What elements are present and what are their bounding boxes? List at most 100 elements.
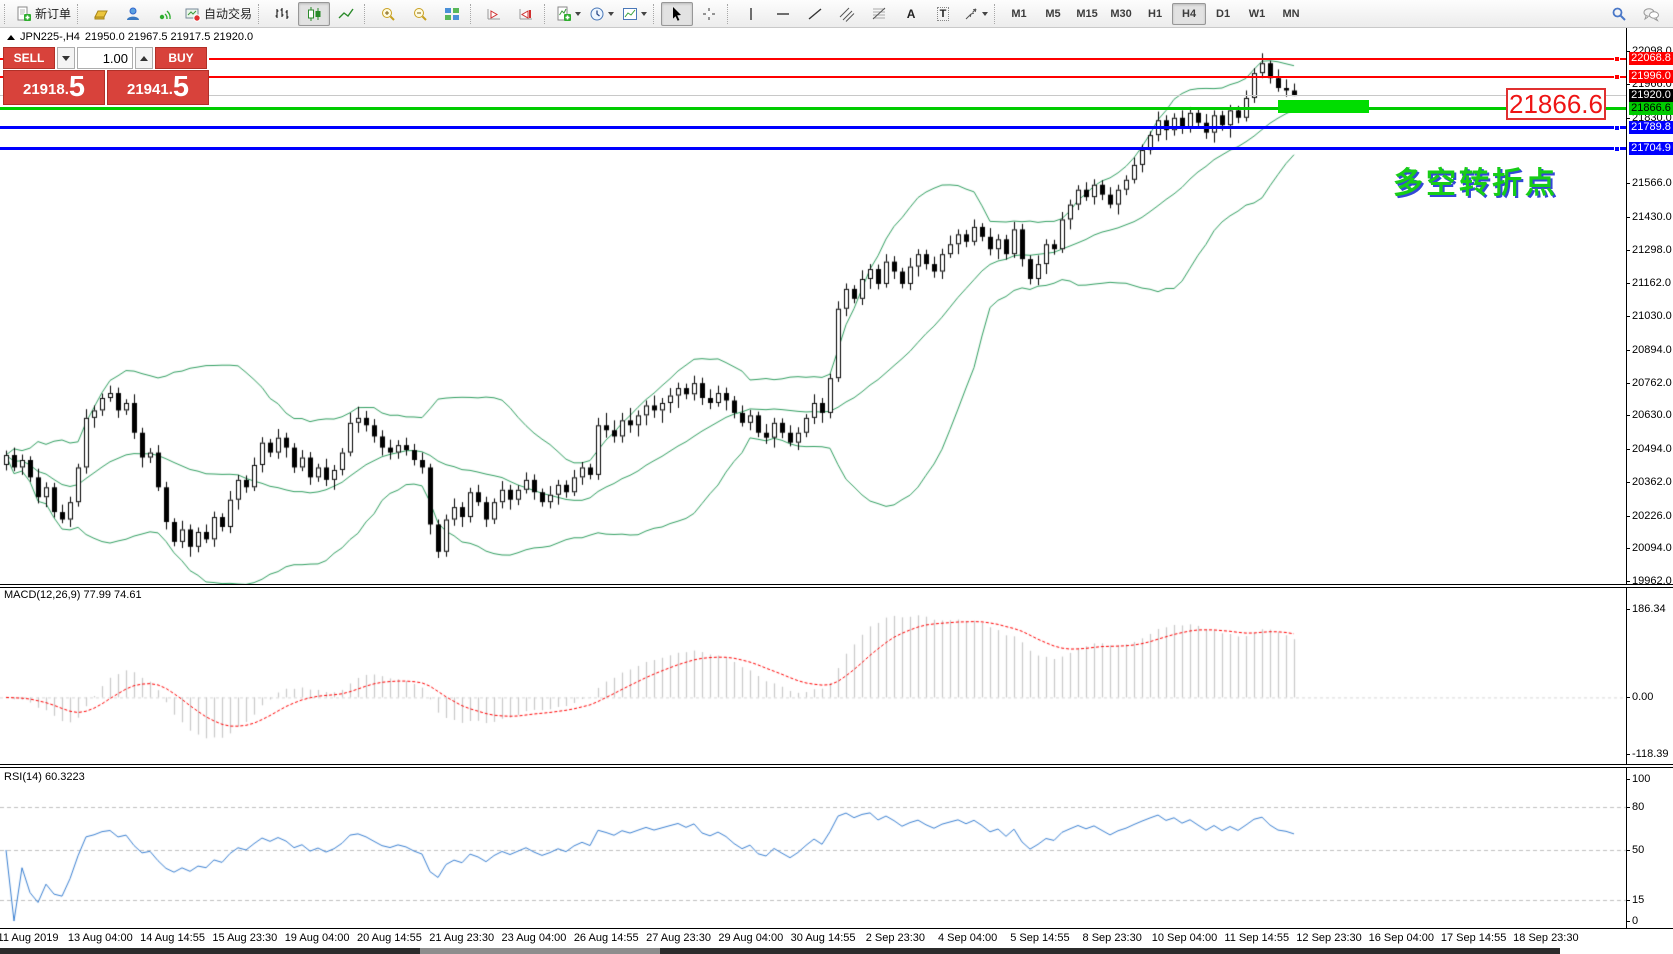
highlight-rectangle[interactable] (1278, 100, 1369, 113)
label-tool-button[interactable]: T (927, 2, 959, 26)
zoom-out-button[interactable] (404, 2, 436, 26)
chinese-note-label[interactable]: 多空转折点 (1393, 158, 1558, 202)
price-tick-label: 20094.0 (1632, 542, 1672, 554)
tick-mark (1627, 807, 1630, 808)
line-chart-icon (338, 6, 354, 22)
price-tick-label: 0.00 (1632, 691, 1653, 703)
chat-icon (1643, 6, 1659, 22)
timeframe-M15[interactable]: M15 (1070, 3, 1104, 25)
volume-increase-button[interactable] (135, 47, 153, 69)
toolbar-grip[interactable] (77, 4, 82, 24)
time-tick-label: 8 Sep 23:30 (1083, 932, 1142, 944)
timeframe-D1[interactable]: D1 (1206, 3, 1240, 25)
support-button[interactable] (117, 2, 149, 26)
crosshair-tool-button[interactable] (693, 2, 725, 26)
time-axis[interactable]: 11 Aug 201913 Aug 04:0014 Aug 14:5515 Au… (0, 928, 1673, 948)
volume-input[interactable] (77, 47, 133, 69)
time-tick-label: 5 Sep 14:55 (1010, 932, 1069, 944)
timeframe-W1[interactable]: W1 (1240, 3, 1274, 25)
toolbar-grip[interactable] (727, 4, 732, 24)
crosshair-icon (701, 6, 717, 22)
timeframe-H1[interactable]: H1 (1138, 3, 1172, 25)
gold-icon-button[interactable] (85, 2, 117, 26)
main-toolbar: 新订单 自动交易 (0, 0, 1673, 28)
time-tick-label: 15 Aug 23:30 (212, 932, 277, 944)
sell-button[interactable]: SELL (3, 47, 55, 69)
timeframe-M1[interactable]: M1 (1002, 3, 1036, 25)
chat-button[interactable] (1635, 2, 1667, 26)
buy-button[interactable]: BUY (155, 47, 207, 69)
auto-scroll-button[interactable] (478, 2, 510, 26)
pane-splitter-macd[interactable] (0, 584, 1673, 588)
horizontal-line-21866.6[interactable] (0, 107, 1626, 110)
horizontal-line-22068.8[interactable] (0, 58, 1626, 60)
arrows-tool-button[interactable] (959, 2, 992, 26)
toolbar-grip[interactable] (4, 4, 9, 24)
tile-windows-button[interactable] (436, 2, 468, 26)
time-tick-label: 11 Aug 2019 (0, 932, 58, 944)
pane-splitter-rsi[interactable] (0, 764, 1673, 768)
bar-chart-button[interactable] (266, 2, 298, 26)
sell-price-box[interactable]: 21918.5 (3, 70, 105, 105)
buy-price-small: 21941. (127, 78, 173, 102)
time-tick-label: 27 Aug 23:30 (646, 932, 711, 944)
line-anchor-marker[interactable] (1614, 125, 1620, 131)
buy-price-box[interactable]: 21941.5 (107, 70, 209, 105)
timeframe-M30[interactable]: M30 (1104, 3, 1138, 25)
line-anchor-marker[interactable] (1614, 146, 1620, 152)
mt4-window: 新订单 自动交易 (0, 0, 1673, 954)
text-tool-icon: A (907, 7, 916, 21)
timeframe-M5[interactable]: M5 (1036, 3, 1070, 25)
text-tool-button[interactable]: A (895, 2, 927, 26)
tick-mark (1627, 516, 1630, 517)
zoom-in-button[interactable] (372, 2, 404, 26)
signals-button[interactable] (149, 2, 181, 26)
price-tick-label: 21566.0 (1632, 177, 1672, 189)
templates-button[interactable] (618, 2, 651, 26)
time-tick-label: 12 Sep 23:30 (1296, 932, 1361, 944)
horizontal-line-tool-button[interactable] (767, 2, 799, 26)
tick-mark (1627, 449, 1630, 450)
tick-mark (1627, 754, 1630, 755)
template-icon (622, 6, 638, 22)
trendline-tool-button[interactable] (799, 2, 831, 26)
line-anchor-marker[interactable] (1614, 74, 1620, 80)
tick-mark (1627, 609, 1630, 610)
horizontal-line-21704.9[interactable] (0, 147, 1626, 150)
toolbar-grip[interactable] (470, 4, 475, 24)
toolbar-grip[interactable] (544, 4, 549, 24)
new-order-button[interactable]: 新订单 (12, 2, 75, 26)
horizontal-line-21920.0[interactable] (0, 95, 1626, 96)
price-callout-box[interactable]: 21866.6 (1506, 88, 1606, 120)
price-axis[interactable]: 22098.021966.021830.021566.021430.021298… (1626, 28, 1673, 928)
chart-shift-button[interactable] (510, 2, 542, 26)
toolbar-grip[interactable] (364, 4, 369, 24)
macd-canvas[interactable] (0, 588, 1626, 764)
indicators-button[interactable] (552, 2, 585, 26)
autotrading-button[interactable]: 自动交易 (181, 2, 256, 26)
price-line-label: 21789.8 (1629, 121, 1673, 134)
line-chart-button[interactable] (330, 2, 362, 26)
fibonacci-tool-button[interactable] (863, 2, 895, 26)
timeframe-MN[interactable]: MN (1274, 3, 1308, 25)
line-anchor-marker[interactable] (1614, 56, 1620, 62)
periods-button[interactable] (585, 2, 618, 26)
bottom-edge-segment (0, 948, 420, 954)
rsi-canvas[interactable] (0, 768, 1626, 928)
one-click-collapse-icon[interactable] (7, 31, 15, 40)
toolbar-grip[interactable] (258, 4, 263, 24)
search-button[interactable] (1603, 2, 1635, 26)
toolbar-grip[interactable] (994, 4, 999, 24)
gold-bar-icon (93, 6, 109, 22)
vertical-line-tool-button[interactable] (735, 2, 767, 26)
candlestick-chart-button[interactable] (298, 2, 330, 26)
horizontal-line-21996.0[interactable] (0, 76, 1626, 78)
channel-tool-button[interactable] (831, 2, 863, 26)
toolbar-grip[interactable] (653, 4, 658, 24)
macd-label: MACD(12,26,9) 77.99 74.61 (4, 589, 142, 601)
volume-decrease-button[interactable] (57, 47, 75, 69)
main-chart-canvas[interactable] (0, 28, 1626, 584)
timeframe-H4[interactable]: H4 (1172, 3, 1206, 25)
horizontal-line-21789.8[interactable] (0, 126, 1626, 129)
cursor-tool-button[interactable] (661, 2, 693, 26)
